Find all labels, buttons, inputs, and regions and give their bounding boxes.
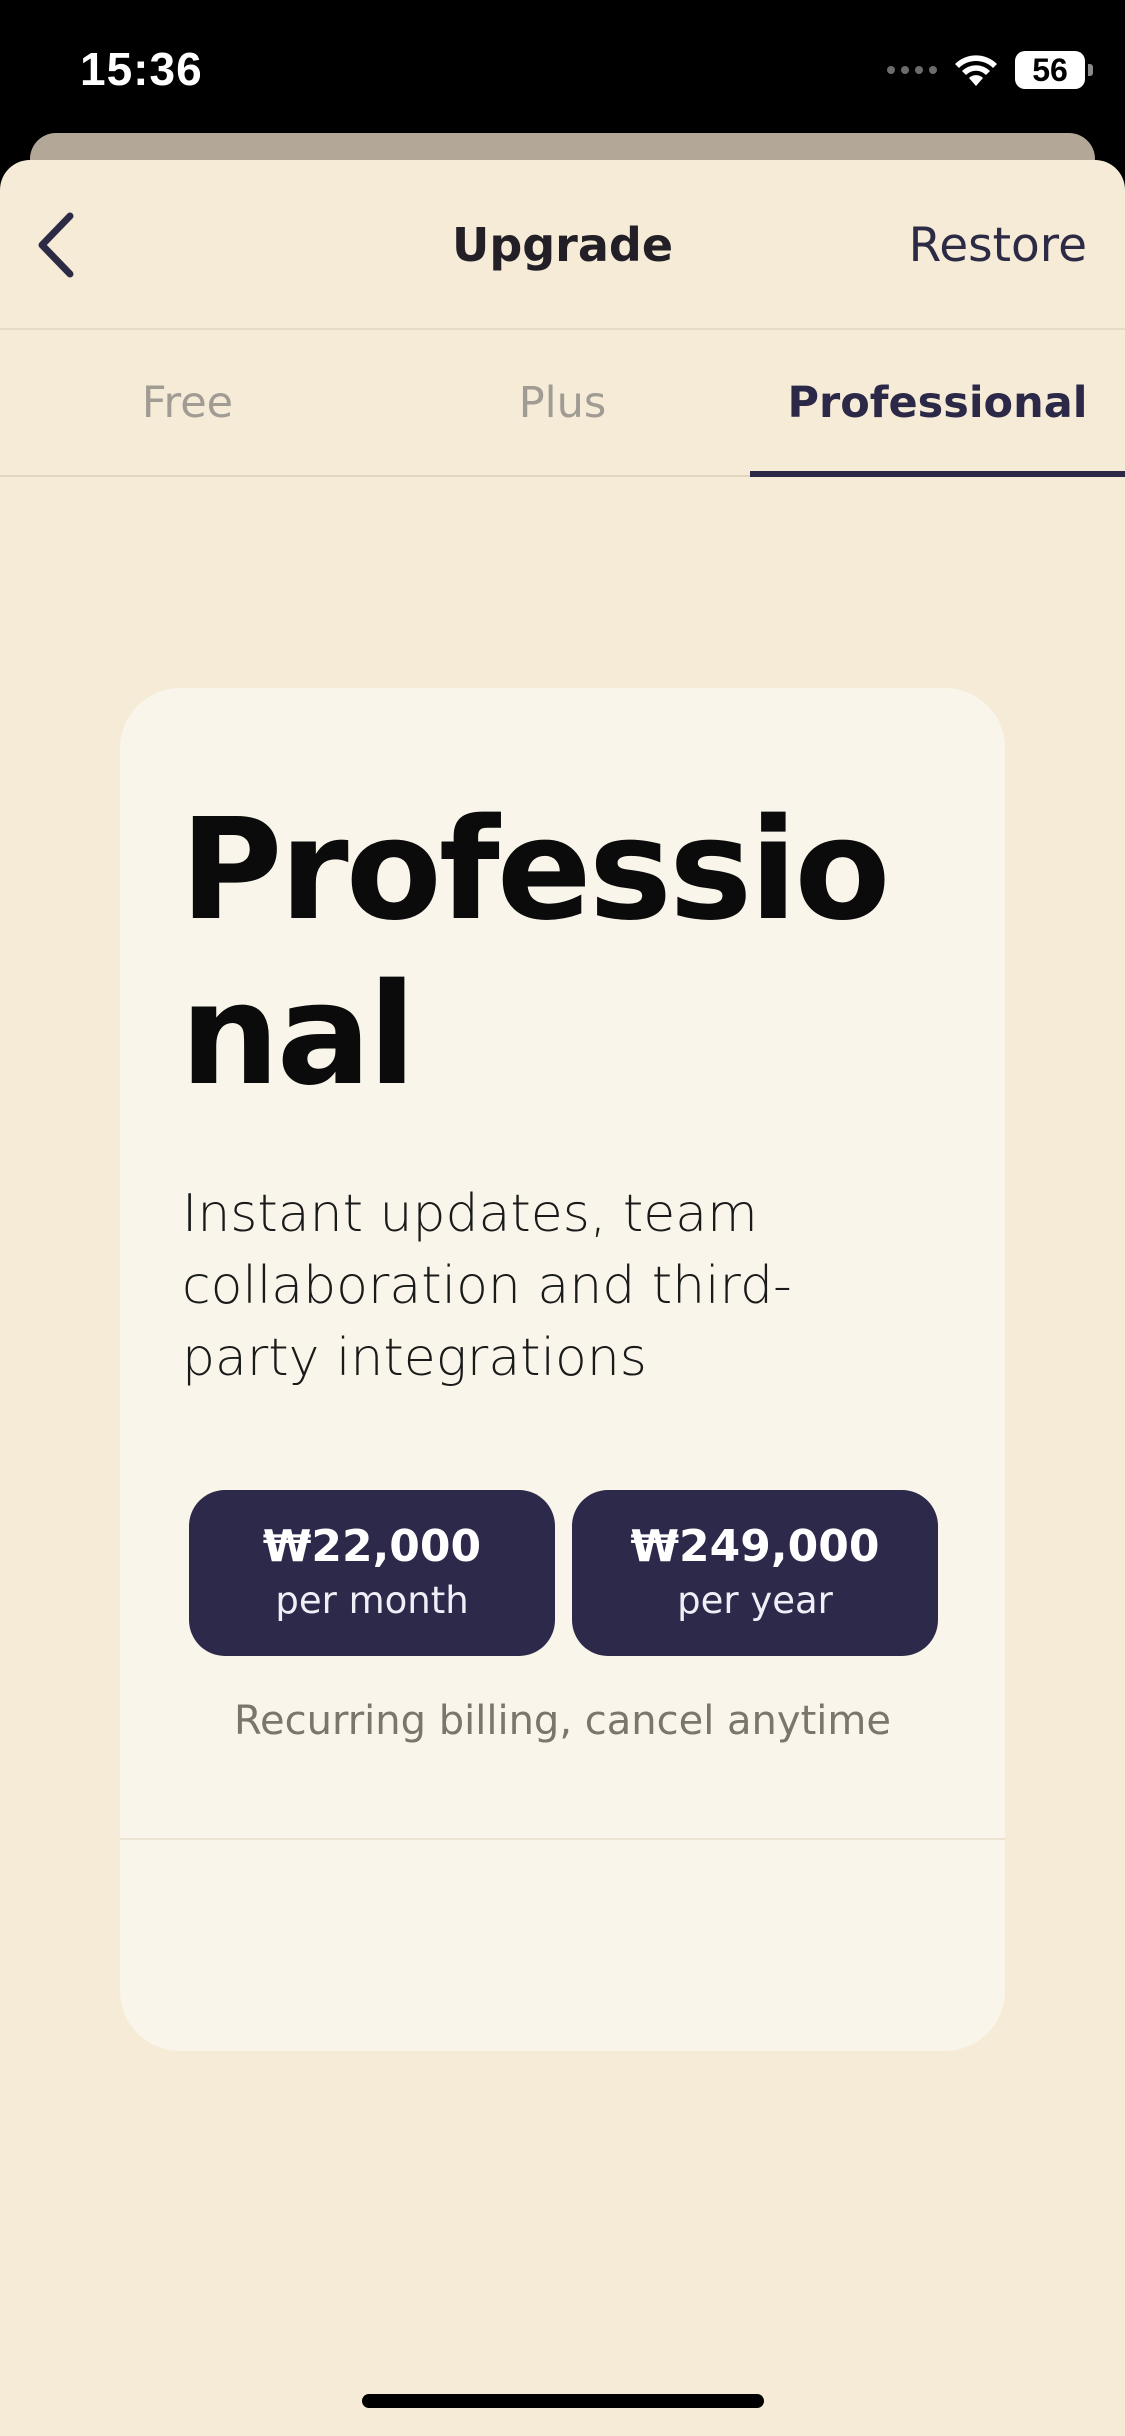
plan-description: Instant updates, team collaboration and … [182, 1184, 792, 1388]
home-indicator [362, 2394, 764, 2408]
billing-note: Recurring billing, cancel anytime [234, 1698, 891, 1744]
wifi-icon [953, 52, 999, 88]
monthly-price-amount: ₩22,000 [262, 1521, 482, 1572]
yearly-price-button[interactable]: ₩249,000 per year [572, 1490, 938, 1656]
card-divider [120, 1838, 1005, 1840]
plan-tabs: Free Plus Professional [0, 330, 1125, 477]
monthly-price-period: per month [275, 1579, 469, 1622]
plan-title: Professional [180, 789, 891, 1117]
battery-level: 56 [1032, 51, 1068, 88]
restore-button[interactable]: Restore [909, 218, 1087, 273]
status-bar: 15:36 56 [0, 0, 1125, 135]
battery-icon: 56 [1015, 51, 1093, 89]
yearly-price-period: per year [677, 1579, 833, 1622]
monthly-price-button[interactable]: ₩22,000 per month [189, 1490, 555, 1656]
tab-plus[interactable]: Plus [375, 330, 750, 475]
status-time: 15:36 [80, 43, 203, 95]
tab-professional[interactable]: Professional [750, 330, 1125, 477]
tab-free[interactable]: Free [0, 330, 375, 475]
status-icons: 56 [887, 48, 1093, 92]
navigation-bar: Upgrade Restore [0, 160, 1125, 330]
yearly-price-amount: ₩249,000 [630, 1521, 880, 1572]
plan-card: Professional Instant updates, team colla… [120, 688, 1005, 2051]
signal-icon [887, 66, 937, 74]
